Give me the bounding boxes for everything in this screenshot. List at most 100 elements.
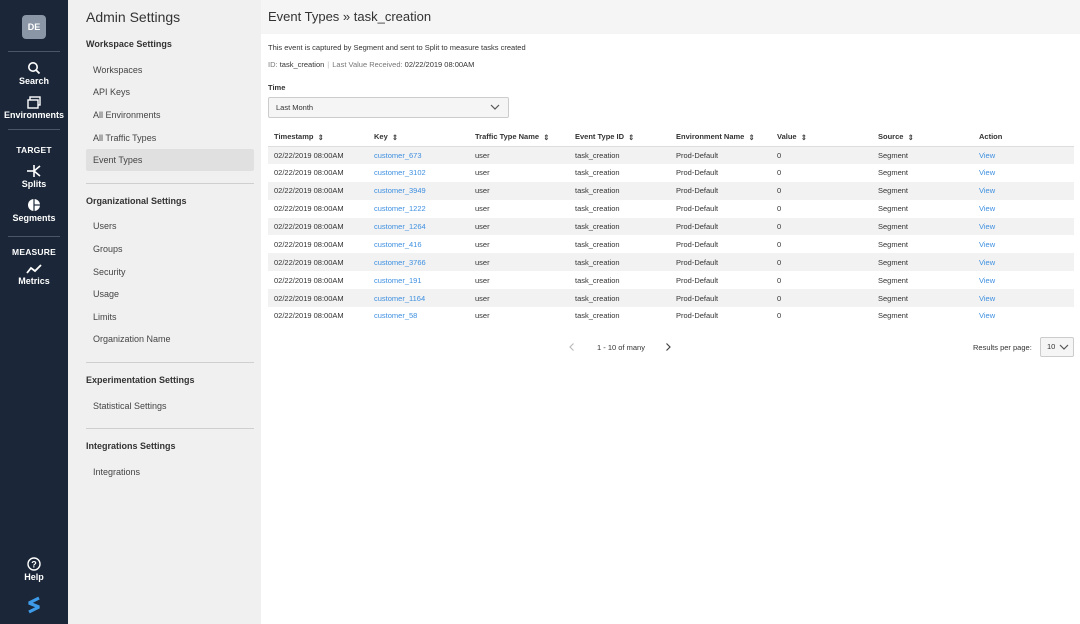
cell-event-type-id: task_creation <box>575 311 620 321</box>
sidebar-item-groups[interactable]: Groups <box>86 238 254 260</box>
splits-icon <box>27 165 41 177</box>
cell-timestamp: 02/22/2019 08:00AM <box>274 239 344 249</box>
table-row: 02/22/2019 08:00AM customer_3949 user task_… <box>268 181 1074 200</box>
column-header-source[interactable]: Source ⇕ <box>872 128 973 147</box>
cell-event-type-id: task_creation <box>569 253 670 272</box>
cell-timestamp: 02/22/2019 08:00AM <box>268 146 368 164</box>
sidebar-item-event-types[interactable]: Event Types <box>86 149 254 171</box>
cell-timestamp: 02/22/2019 08:00AM <box>274 311 344 321</box>
nav-environments[interactable]: Environments <box>0 96 68 120</box>
nav-help[interactable]: ? Help <box>0 557 68 582</box>
results-per-page-label: Results per page: <box>973 343 1032 352</box>
avatar[interactable]: DE <box>22 15 46 39</box>
nav-rail: DE Search Environments TARGET Splits Seg… <box>0 0 68 624</box>
nav-metrics[interactable]: Metrics <box>0 263 68 286</box>
sidebar-divider <box>86 362 254 363</box>
cell-key: customer_1222 <box>368 200 469 218</box>
organizational-settings-heading: Organizational Settings <box>86 196 187 206</box>
integrations-settings-heading: Integrations Settings <box>86 441 176 451</box>
column-header-action: Action <box>973 128 1074 147</box>
view-link[interactable]: View <box>979 294 995 303</box>
sidebar-item-security[interactable]: Security <box>86 261 254 283</box>
sidebar-item-organization-name[interactable]: Organization Name <box>86 328 254 350</box>
cell-action: View <box>973 253 1074 272</box>
cell-action: View <box>973 289 1074 308</box>
key-link[interactable]: customer_416 <box>374 240 422 249</box>
view-link[interactable]: View <box>979 311 995 320</box>
sidebar-item-api-keys[interactable]: API Keys <box>86 81 254 103</box>
sidebar-item-usage[interactable]: Usage <box>86 283 254 305</box>
chevron-right-icon[interactable] <box>663 342 673 352</box>
cell-timestamp: 02/22/2019 08:00AM <box>274 204 344 214</box>
sidebar-item-users[interactable]: Users <box>86 215 254 237</box>
view-link[interactable]: View <box>979 222 995 231</box>
sidebar-item-limits[interactable]: Limits <box>86 306 254 328</box>
cell-key: customer_3102 <box>368 164 469 182</box>
cell-event-type-id: task_creation <box>569 289 670 308</box>
sidebar-item-integrations[interactable]: Integrations <box>86 461 254 483</box>
key-link[interactable]: customer_673 <box>374 151 422 160</box>
view-link[interactable]: View <box>979 240 995 249</box>
key-link[interactable]: customer_1264 <box>374 222 426 231</box>
results-per-page-select[interactable]: 10 <box>1040 337 1074 357</box>
view-link[interactable]: View <box>979 151 995 160</box>
nav-splits[interactable]: Splits <box>0 164 68 189</box>
sidebar-title: Admin Settings <box>86 9 181 25</box>
metrics-icon <box>26 264 42 274</box>
cell-environment-name: Prod-Default <box>670 289 771 308</box>
column-header-timestamp[interactable]: Timestamp ⇕ <box>268 128 368 147</box>
results-per-page-value: 10 <box>1047 342 1056 351</box>
rail-divider <box>8 129 60 130</box>
cell-value: 0 <box>777 311 782 321</box>
view-link[interactable]: View <box>979 258 995 267</box>
table-row: 02/22/2019 08:00AM customer_191 user task_c… <box>268 271 1074 289</box>
chevron-left-icon[interactable] <box>567 342 577 352</box>
key-link[interactable]: customer_3102 <box>374 168 426 177</box>
cell-source: Segment <box>872 253 973 272</box>
view-link[interactable]: View <box>979 186 995 195</box>
cell-source: Segment <box>872 181 973 200</box>
key-link[interactable]: customer_1222 <box>374 204 426 213</box>
view-link[interactable]: View <box>979 276 995 285</box>
cell-value: 0 <box>777 239 782 249</box>
experimentation-settings-heading: Experimentation Settings <box>86 375 195 385</box>
column-header-event-type-id[interactable]: Event Type ID ⇕ <box>569 128 670 147</box>
table-row: 02/22/2019 08:00AM customer_3766 user task_… <box>268 253 1074 272</box>
cell-source: Segment <box>878 239 909 249</box>
sidebar-item-all-traffic-types[interactable]: All Traffic Types <box>86 127 254 149</box>
cell-source: Segment <box>878 204 909 214</box>
cell-event-type-id: task_creation <box>575 275 620 285</box>
sidebar-divider <box>86 428 254 429</box>
cell-timestamp: 02/22/2019 08:00AM <box>268 217 368 236</box>
cell-environment-name: Prod-Default <box>676 239 719 249</box>
column-header-environment-name[interactable]: Environment Name ⇕ <box>670 128 771 147</box>
sidebar-item-statistical-settings[interactable]: Statistical Settings <box>86 395 254 417</box>
nav-search[interactable]: Search <box>0 61 68 86</box>
settings-sidebar: Admin Settings Workspace Settings Worksp… <box>68 0 261 624</box>
key-link[interactable]: customer_1164 <box>374 294 425 303</box>
column-header-value[interactable]: Value ⇕ <box>771 128 872 147</box>
cell-key: customer_3949 <box>368 181 469 200</box>
view-link[interactable]: View <box>979 168 995 177</box>
sidebar-item-all-environments[interactable]: All Environments <box>86 104 254 126</box>
time-filter-select[interactable]: Last Month <box>268 97 509 118</box>
sidebar-item-workspaces[interactable]: Workspaces <box>86 59 254 81</box>
nav-segments[interactable]: Segments <box>0 198 68 223</box>
nav-splits-label: Splits <box>21 179 47 189</box>
key-link[interactable]: customer_191 <box>374 276 422 285</box>
column-header-key[interactable]: Key ⇕ <box>368 128 469 147</box>
column-header-traffic-type[interactable]: Traffic Type Name ⇕ <box>469 128 569 147</box>
cell-event-type-id: task_creation <box>569 217 670 236</box>
nav-search-label: Search <box>18 76 50 86</box>
key-link[interactable]: customer_3949 <box>374 186 426 195</box>
cell-traffic-type: user <box>469 217 569 236</box>
key-link[interactable]: customer_3766 <box>374 258 426 267</box>
cell-value: 0 <box>777 168 782 178</box>
key-link[interactable]: customer_58 <box>374 311 417 320</box>
view-link[interactable]: View <box>979 204 995 213</box>
chevron-down-icon <box>490 104 500 110</box>
cell-action: View <box>973 146 1074 164</box>
time-filter-label: Time <box>268 83 286 92</box>
home-logo[interactable] <box>0 596 68 617</box>
cell-environment-name: Prod-Default <box>676 311 719 321</box>
